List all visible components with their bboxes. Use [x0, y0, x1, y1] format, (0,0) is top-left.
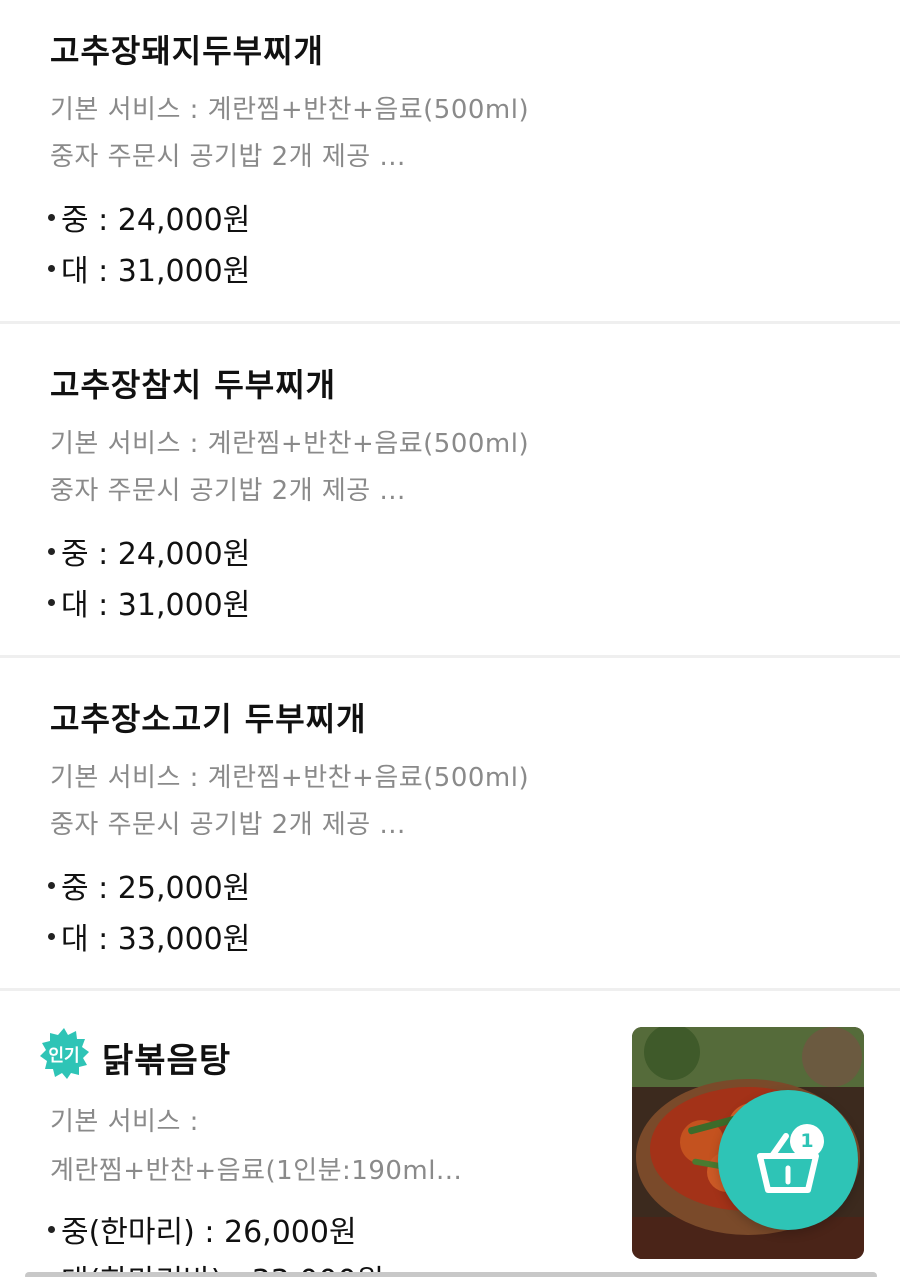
shopping-basket-icon [757, 1133, 819, 1193]
bullet-icon [48, 598, 55, 606]
menu-item-description: 기본 서비스 : 계란찜+반찬+음료(500ml) [50, 95, 530, 125]
bullet-icon [48, 264, 55, 272]
price-text: 대 : 33,000원 [61, 922, 251, 957]
bullet-icon [48, 932, 55, 940]
menu-item[interactable]: 고추장참치 두부찌개 기본 서비스 : 계란찜+반찬+음료(500ml) 중자 … [0, 324, 900, 656]
menu-item-title: 고추장소고기 두부찌개 [50, 700, 367, 738]
bottom-sheet-handle[interactable] [25, 1272, 877, 1277]
menu-item-description: 계란찜+반찬+음료(1인분:190ml... [50, 1156, 463, 1186]
bullet-icon [48, 881, 55, 889]
price-text: 중 : 24,000원 [61, 537, 251, 572]
menu-item-title: 닭볶음탕 [102, 1041, 232, 1081]
menu-item-title: 고추장참치 두부찌개 [50, 366, 337, 404]
menu-item-description: 기본 서비스 : [50, 1107, 199, 1137]
price-option: 대 : 31,000원 [48, 246, 250, 290]
menu-item-description: 기본 서비스 : 계란찜+반찬+음료(500ml) [50, 429, 530, 459]
bullet-icon [48, 213, 55, 221]
menu-item[interactable]: 고추장돼지두부찌개 기본 서비스 : 계란찜+반찬+음료(500ml) 중자 주… [0, 0, 900, 322]
price-option: 중(한마리) : 26,000원 [48, 1207, 357, 1251]
menu-item-description: 중자 주문시 공기밥 2개 제공 ... [50, 142, 406, 172]
price-text: 중 : 24,000원 [61, 203, 251, 238]
price-option: 중 : 25,000원 [48, 863, 250, 907]
price-option: 중 : 24,000원 [48, 195, 250, 239]
bullet-icon [48, 1225, 55, 1233]
price-text: 중(한마리) : 26,000원 [61, 1215, 357, 1250]
menu-item-description: 중자 주문시 공기밥 2개 제공 ... [50, 810, 406, 840]
cart-button[interactable] [718, 1090, 858, 1230]
price-option: 중 : 24,000원 [48, 529, 250, 573]
price-option: 대 : 33,000원 [48, 914, 250, 958]
menu-item[interactable]: 고추장소고기 두부찌개 기본 서비스 : 계란찜+반찬+음료(500ml) 중자… [0, 658, 900, 988]
bullet-icon [48, 547, 55, 555]
badge-label: 인기 [48, 1045, 80, 1066]
popular-badge: 인기 [38, 1027, 90, 1079]
menu-item-description: 중자 주문시 공기밥 2개 제공 ... [50, 476, 406, 506]
menu-item-title: 고추장돼지두부찌개 [50, 32, 324, 70]
price-text: 중 : 25,000원 [61, 871, 251, 906]
price-option: 대 : 31,000원 [48, 580, 250, 624]
price-text: 대 : 31,000원 [61, 588, 251, 623]
cart-count-badge: 1 [790, 1124, 824, 1158]
menu-item-description: 기본 서비스 : 계란찜+반찬+음료(500ml) [50, 763, 530, 793]
price-text: 대 : 31,000원 [61, 254, 251, 289]
